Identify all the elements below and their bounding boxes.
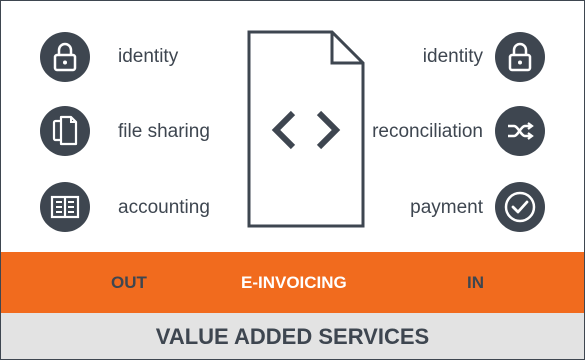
lock-icon (495, 32, 545, 82)
value-added-services-footer: VALUE ADDED SERVICES (1, 313, 584, 359)
right-reconciliation-label: reconciliation (372, 121, 483, 142)
value-added-services-label: VALUE ADDED SERVICES (155, 324, 430, 349)
shuffle-arrows-icon (495, 106, 545, 156)
e-invoicing-band: OUT E-INVOICING IN (1, 252, 584, 313)
right-identity-label: identity (422, 46, 483, 67)
lock-icon (40, 32, 90, 82)
left-file-sharing-label: file sharing (118, 121, 210, 142)
left-accounting-label: accounting (118, 197, 210, 218)
code-document-icon (247, 30, 365, 228)
documents-icon (40, 106, 90, 156)
e-invoicing-label: E-INVOICING (241, 273, 347, 292)
left-identity-label: identity (118, 46, 179, 67)
right-payment-label: payment (410, 197, 483, 218)
ledger-book-icon (40, 182, 90, 232)
check-circle-icon (495, 182, 545, 232)
e-invoicing-diagram: identity file sharing accounting identit… (0, 0, 585, 360)
in-label: IN (467, 273, 484, 292)
out-label: OUT (111, 273, 147, 292)
